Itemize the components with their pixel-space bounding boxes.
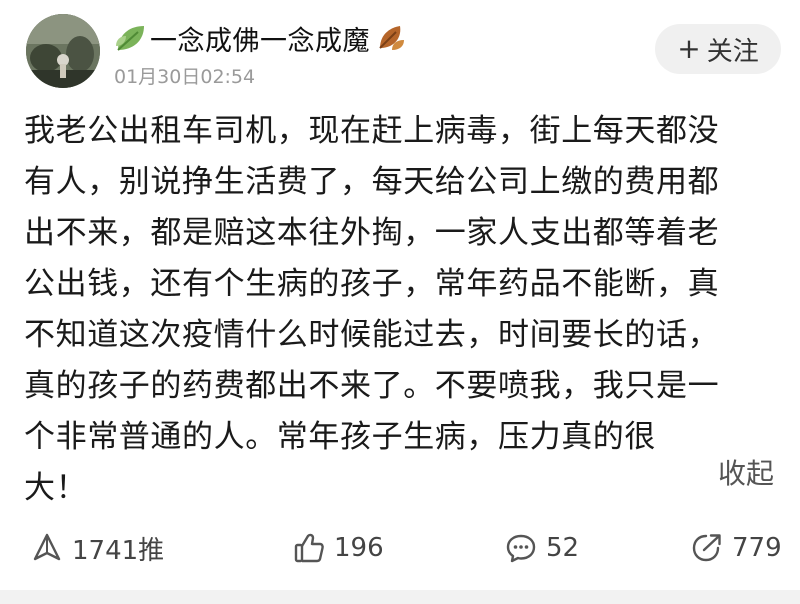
post-body-line: 个非常普通的人。常年孩子生病，压力真的很	[24, 419, 656, 455]
autumn-leaf-icon	[379, 26, 404, 50]
leaf-icon	[116, 26, 144, 51]
follow-button-label: 关注	[706, 36, 759, 67]
push-count: 1741推	[72, 535, 165, 566]
post-body-line: 公出钱，还有个生病的孩子，常年药品不能断，真	[24, 266, 720, 302]
post-body-line: 有人，别说挣生活费了，每天给公司上缴的费用都	[24, 164, 720, 200]
share-count: 779	[732, 533, 782, 563]
share-icon	[692, 534, 721, 562]
author-name[interactable]: 一念成佛一念成魔	[150, 19, 370, 58]
like-count: 196	[334, 533, 384, 563]
post-body-line: 我老公出租车司机，现在赶上病毒，街上每天都没	[24, 113, 720, 149]
post-body: 我老公出租车司机，现在赶上病毒，街上每天都没 有人，别说挣生活费了，每天给公司上…	[24, 106, 788, 514]
avatar-photo-icon	[26, 14, 100, 88]
share-button[interactable]: 779	[690, 522, 782, 574]
plus-icon: +	[677, 32, 701, 65]
collapse-link[interactable]: 收起	[718, 452, 774, 492]
comment-icon	[506, 534, 536, 563]
post-timestamp: 01月30日02:54	[114, 66, 256, 88]
divider	[0, 590, 800, 604]
post-body-line: 出不来，都是赔这本往外掏，一家人支出都等着老	[24, 215, 720, 251]
thumbs-up-icon	[294, 533, 324, 563]
push-button[interactable]: 1741推	[30, 522, 164, 574]
post-body-line: 大！	[24, 470, 88, 506]
post-card: 一念成佛一念成魔 01月30日02:54 + 关注 我老公出租车司机，现在赶上病…	[0, 0, 800, 604]
comment-button[interactable]: 52	[504, 522, 579, 574]
action-bar: 1741推 196 52 779	[0, 522, 800, 574]
comment-count: 52	[546, 533, 580, 563]
avatar[interactable]	[26, 14, 100, 88]
post-body-line: 真的孩子的药费都出不来了。不要喷我，我只是一	[24, 368, 720, 404]
post-body-line: 不知道这次疫情什么时候能过去，时间要长的话，	[24, 317, 720, 353]
push-icon	[33, 533, 61, 561]
author-name-row[interactable]: 一念成佛一念成魔	[112, 18, 408, 58]
follow-button[interactable]: + 关注	[655, 24, 781, 74]
like-button[interactable]: 196	[292, 522, 384, 574]
